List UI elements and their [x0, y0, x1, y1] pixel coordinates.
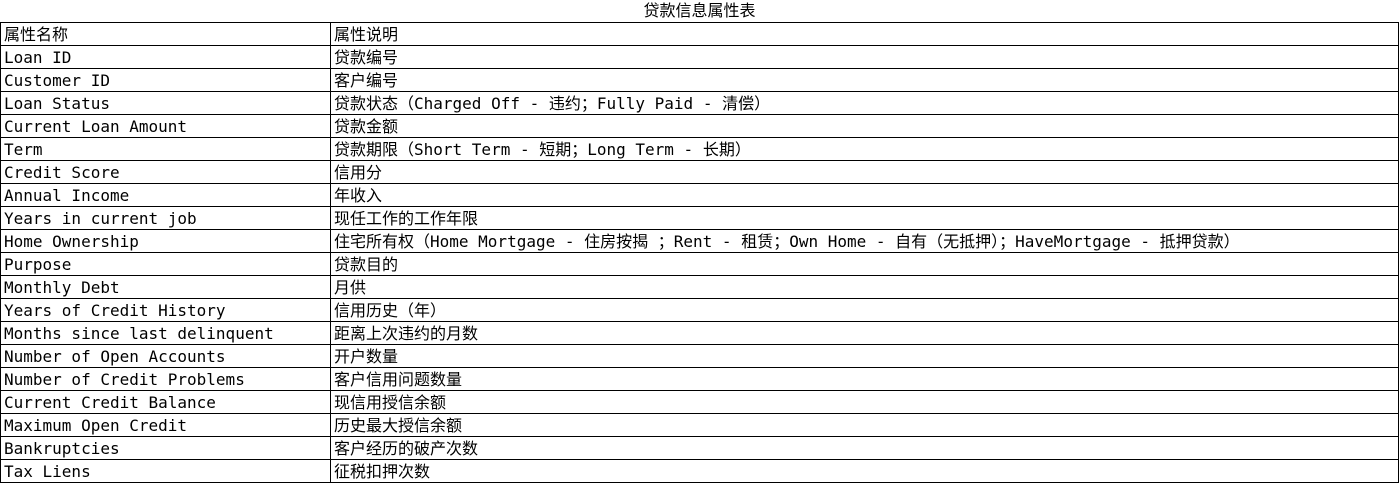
table-row: Current Credit Balance 现信用授信余额: [0, 390, 1399, 414]
attribute-description-cell[interactable]: 贷款目的: [330, 252, 1399, 276]
table-row: Number of Open Accounts 开户数量: [0, 344, 1399, 368]
attribute-name-cell[interactable]: Monthly Debt: [0, 275, 331, 299]
table-row: Current Loan Amount 贷款金额: [0, 114, 1399, 138]
attribute-name-cell[interactable]: Tax Liens: [0, 459, 331, 483]
table-row: Home Ownership 住宅所有权（Home Mortgage - 住房按…: [0, 229, 1399, 253]
attribute-name-cell[interactable]: Months since last delinquent: [0, 321, 331, 345]
attribute-description-cell[interactable]: 贷款期限（Short Term - 短期；Long Term - 长期）: [330, 137, 1399, 161]
attribute-name-cell[interactable]: Current Credit Balance: [0, 390, 331, 414]
attribute-description-cell[interactable]: 距离上次违约的月数: [330, 321, 1399, 345]
attribute-name-cell[interactable]: Term: [0, 137, 331, 161]
table-row: Bankruptcies 客户经历的破产次数: [0, 436, 1399, 460]
header-cell-attribute-name[interactable]: 属性名称: [0, 22, 331, 46]
attribute-description-cell[interactable]: 贷款编号: [330, 45, 1399, 69]
attribute-description-cell[interactable]: 开户数量: [330, 344, 1399, 368]
attribute-name-cell[interactable]: Loan Status: [0, 91, 331, 115]
attribute-description-cell[interactable]: 贷款状态（Charged Off - 违约；Fully Paid - 清偿）: [330, 91, 1399, 115]
table-row: Loan ID 贷款编号: [0, 45, 1399, 69]
attribute-table: 属性名称 属性说明 Loan ID 贷款编号 Customer ID 客户编号 …: [0, 22, 1399, 483]
table-row: Credit Score 信用分: [0, 160, 1399, 184]
table-row: Term 贷款期限（Short Term - 短期；Long Term - 长期…: [0, 137, 1399, 161]
attribute-name-cell[interactable]: Purpose: [0, 252, 331, 276]
table-row: Tax Liens 征税扣押次数: [0, 459, 1399, 483]
attribute-name-cell[interactable]: Credit Score: [0, 160, 331, 184]
attribute-description-cell[interactable]: 贷款金额: [330, 114, 1399, 138]
attribute-description-cell[interactable]: 客户信用问题数量: [330, 367, 1399, 391]
attribute-description-cell[interactable]: 年收入: [330, 183, 1399, 207]
table-row: Maximum Open Credit 历史最大授信余额: [0, 413, 1399, 437]
attribute-name-cell[interactable]: Current Loan Amount: [0, 114, 331, 138]
attribute-description-cell[interactable]: 征税扣押次数: [330, 459, 1399, 483]
table-row: Monthly Debt 月供: [0, 275, 1399, 299]
table-row: Number of Credit Problems 客户信用问题数量: [0, 367, 1399, 391]
spreadsheet-sheet: 贷款信息属性表 属性名称 属性说明 Loan ID 贷款编号 Customer …: [0, 0, 1399, 483]
attribute-name-cell[interactable]: Number of Credit Problems: [0, 367, 331, 391]
attribute-name-cell[interactable]: Number of Open Accounts: [0, 344, 331, 368]
header-cell-attribute-description[interactable]: 属性说明: [330, 22, 1399, 46]
attribute-description-cell[interactable]: 信用历史（年）: [330, 298, 1399, 322]
table-header-row: 属性名称 属性说明: [0, 22, 1399, 46]
attribute-description-cell[interactable]: 客户经历的破产次数: [330, 436, 1399, 460]
table-row: Years of Credit History 信用历史（年）: [0, 298, 1399, 322]
attribute-name-cell[interactable]: Bankruptcies: [0, 436, 331, 460]
attribute-name-cell[interactable]: Annual Income: [0, 183, 331, 207]
table-row: Loan Status 贷款状态（Charged Off - 违约；Fully …: [0, 91, 1399, 115]
table-row: Years in current job 现任工作的工作年限: [0, 206, 1399, 230]
attribute-description-cell[interactable]: 信用分: [330, 160, 1399, 184]
attribute-description-cell[interactable]: 住宅所有权（Home Mortgage - 住房按揭 ；Rent - 租赁；Ow…: [330, 229, 1399, 253]
attribute-description-cell[interactable]: 历史最大授信余额: [330, 413, 1399, 437]
attribute-description-cell[interactable]: 现信用授信余额: [330, 390, 1399, 414]
attribute-name-cell[interactable]: Years of Credit History: [0, 298, 331, 322]
table-title: 贷款信息属性表: [643, 1, 756, 20]
attribute-description-cell[interactable]: 月供: [330, 275, 1399, 299]
table-row: Annual Income 年收入: [0, 183, 1399, 207]
attribute-name-cell[interactable]: Loan ID: [0, 45, 331, 69]
attribute-name-cell[interactable]: Years in current job: [0, 206, 331, 230]
table-row: Customer ID 客户编号: [0, 68, 1399, 92]
attribute-name-cell[interactable]: Home Ownership: [0, 229, 331, 253]
table-row: Purpose 贷款目的: [0, 252, 1399, 276]
attribute-name-cell[interactable]: Customer ID: [0, 68, 331, 92]
attribute-description-cell[interactable]: 现任工作的工作年限: [330, 206, 1399, 230]
attribute-name-cell[interactable]: Maximum Open Credit: [0, 413, 331, 437]
attribute-description-cell[interactable]: 客户编号: [330, 68, 1399, 92]
table-row: Months since last delinquent 距离上次违约的月数: [0, 321, 1399, 345]
